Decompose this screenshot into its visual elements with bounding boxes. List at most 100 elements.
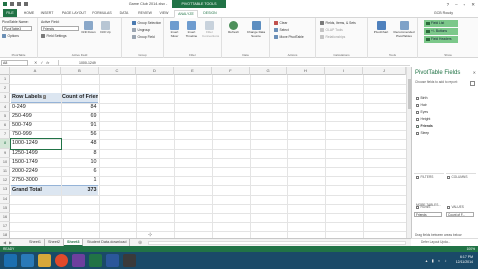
checkbox-icon[interactable] (416, 117, 419, 121)
drill-up-button[interactable]: Drill Up (98, 20, 113, 44)
row-header[interactable]: 1 (0, 75, 10, 85)
defer-layout-update[interactable]: Defer Layout Upda... (411, 238, 478, 246)
row-header[interactable]: 2 (0, 84, 10, 94)
sheet-tab-sheet3[interactable]: Sheet3 (64, 239, 84, 246)
row-header[interactable]: 15 (0, 204, 10, 213)
fx-icon[interactable]: fx (46, 60, 49, 66)
field-item-birth[interactable]: Birth (416, 96, 427, 100)
tab-review[interactable]: REVIEW (135, 10, 155, 18)
active-field-input[interactable]: Friends (41, 26, 79, 31)
pivot-row-label[interactable]: 0-249 (11, 103, 61, 112)
column-header-h[interactable]: H (287, 67, 325, 75)
save-icon[interactable] (10, 1, 14, 6)
plus-minus-buttons-button[interactable]: +/- Buttons (424, 28, 458, 35)
insert-slicer-button[interactable]: Insert Slicer (167, 20, 182, 44)
cancel-formula-icon[interactable]: ✕ (34, 60, 37, 66)
row-header[interactable]: 13 (0, 185, 10, 195)
sheet-prev-icon[interactable]: ◀ (3, 240, 6, 245)
select-button[interactable]: Select (274, 27, 289, 33)
field-item-eyes[interactable]: Eyes (416, 110, 428, 114)
word-icon[interactable] (106, 254, 119, 267)
row-header[interactable]: 10 (0, 158, 10, 167)
sheet-tab-sheet1[interactable]: Sheet1 (26, 239, 46, 246)
pivot-row-label[interactable]: 1500-1749 (11, 158, 61, 167)
column-header-f[interactable]: F (212, 67, 250, 75)
tab-analyze[interactable]: ANALYZE (174, 10, 198, 18)
tab-data[interactable]: DATA (117, 10, 131, 18)
checkbox-icon[interactable] (416, 103, 419, 107)
row-header[interactable]: 3 (0, 93, 10, 103)
row-header[interactable]: 9 (0, 149, 10, 158)
column-header-c[interactable]: C (99, 67, 136, 75)
pivot-grand-total-value[interactable]: 373 (62, 185, 98, 195)
change-data-source-button[interactable]: Change Data Source (245, 20, 267, 44)
row-header[interactable]: 5 (0, 112, 10, 121)
pivot-row-label[interactable]: 750-999 (11, 130, 61, 139)
help-icon[interactable]: ? (447, 2, 450, 8)
select-all-corner[interactable] (0, 67, 10, 75)
field-list-button[interactable]: Field List (424, 20, 458, 27)
name-box[interactable]: A8 (1, 59, 28, 66)
formula-input[interactable]: 1000-1249 (58, 59, 408, 66)
sheet-tab-sheet2[interactable]: Sheet2 (45, 239, 65, 246)
horizontal-scrollbar[interactable] (148, 240, 406, 245)
pivot-row-label[interactable]: 1250-1499 (11, 149, 61, 158)
layout-options-icon[interactable] (470, 81, 475, 86)
undo-icon[interactable] (17, 1, 21, 6)
sheet-tab-student-data[interactable]: Student Data.download (84, 239, 131, 246)
column-header-i[interactable]: I (325, 67, 363, 75)
checkbox-icon[interactable] (416, 96, 419, 100)
tab-home[interactable]: HOME (22, 10, 36, 18)
tab-formulas[interactable]: FORMULAS (91, 10, 113, 18)
pivot-row-value[interactable]: 69 (62, 112, 98, 121)
close-icon[interactable]: ✕ (471, 2, 475, 8)
insert-timeline-button[interactable]: Insert Timeline (184, 20, 199, 44)
internet-explorer-icon[interactable] (21, 254, 34, 267)
pivot-row-value[interactable]: 1 (62, 176, 98, 185)
row-header[interactable]: 7 (0, 130, 10, 140)
field-item-friends[interactable]: ✓ Friends (416, 124, 433, 128)
olap-tools-button[interactable]: OLAP Tools (320, 27, 343, 33)
worksheet-grid[interactable]: A B C D E F G H I J 1 2 3 4 5 6 7 8 9 10… (0, 67, 411, 238)
column-header-a[interactable]: A (10, 67, 61, 75)
move-pivottable-button[interactable]: Move PivotTable (274, 34, 304, 40)
pivot-grand-total-label[interactable]: Grand Total (11, 185, 61, 195)
pivotchart-button[interactable]: PivotChart (371, 20, 391, 44)
group-selection-button[interactable]: Group Selection (132, 20, 161, 26)
values-field-pill[interactable]: Count of F... (446, 212, 474, 217)
row-header[interactable]: 17 (0, 222, 10, 232)
tab-file[interactable]: FILE (3, 9, 17, 17)
field-item-sleep[interactable]: Sleep (416, 131, 429, 135)
recommended-pivottables-button[interactable]: Recommended PivotTables (392, 20, 416, 44)
start-button-icon[interactable] (4, 254, 17, 267)
file-explorer-icon[interactable] (38, 254, 51, 267)
redo-icon[interactable] (24, 1, 28, 6)
close-pane-icon[interactable]: ✕ (473, 70, 476, 75)
field-item-hair[interactable]: Hair (416, 103, 427, 107)
tab-design[interactable]: DESIGN (200, 10, 220, 18)
pivot-row-value[interactable]: 91 (62, 121, 98, 130)
column-header-d[interactable]: D (136, 67, 174, 75)
pivot-row-label[interactable]: 2750-3000 (11, 176, 61, 185)
maximize-icon[interactable]: ▫ (464, 2, 466, 8)
pivot-row-value[interactable]: 56 (62, 130, 98, 139)
onenote-icon[interactable] (72, 254, 85, 267)
row-header-active[interactable]: 8 (0, 139, 10, 149)
rows-field-pill[interactable]: Friends (414, 212, 442, 217)
filters-area[interactable] (414, 173, 444, 174)
user-name[interactable]: GCB Roudy (434, 11, 453, 15)
pivot-row-value[interactable]: 8 (62, 149, 98, 158)
pivot-row-label[interactable]: 250-499 (11, 112, 61, 121)
row-header[interactable]: 16 (0, 213, 10, 223)
clear-button[interactable]: Clear (274, 20, 287, 26)
column-header-b[interactable]: B (61, 67, 99, 75)
filter-connections-button[interactable]: Filter Connections (202, 20, 219, 44)
pivot-row-value[interactable]: 84 (62, 103, 98, 112)
camtasia-icon[interactable] (123, 254, 136, 267)
fields-items-sets-button[interactable]: Fields, Items, & Sets (320, 20, 356, 26)
row-header[interactable]: 4 (0, 103, 10, 112)
minimize-icon[interactable]: – (455, 2, 458, 8)
pivot-row-value[interactable]: 6 (62, 167, 98, 176)
excel-icon[interactable] (89, 254, 102, 267)
chrome-icon[interactable] (55, 254, 68, 267)
